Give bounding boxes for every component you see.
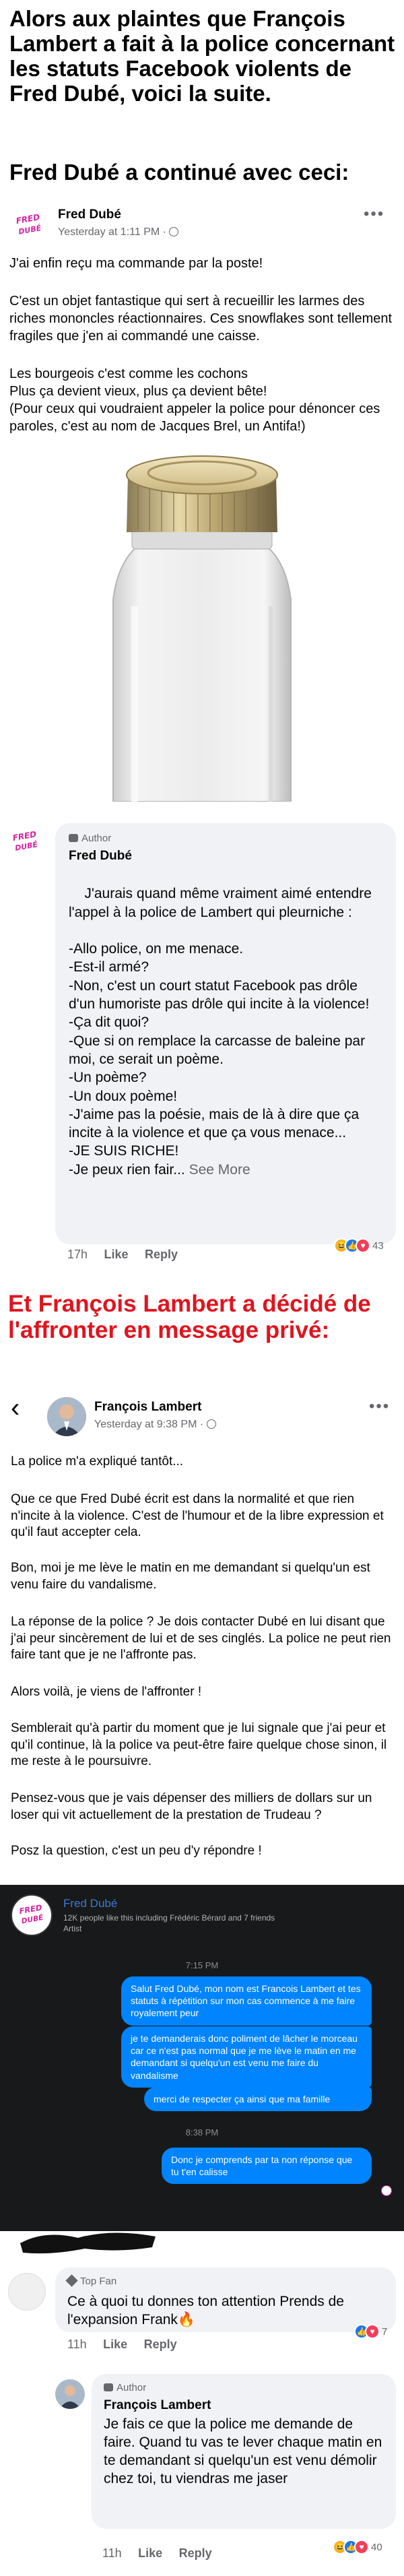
author-badge-icon	[69, 834, 78, 842]
comment2-bubble: Top Fan Ce à quoi tu donnes ton attentio…	[55, 2267, 396, 2332]
comment3-like-button[interactable]: Like	[138, 2546, 162, 2560]
post2-paragraph-4: La réponse de la police ? Je dois contac…	[11, 1615, 395, 1663]
comment3-author-badge: Author	[104, 2382, 146, 2393]
comment3-reactions-count: 40	[371, 2541, 382, 2553]
comment2-actions: 11h Like Reply	[67, 2338, 177, 2352]
comment1-text-body: J'aurais quand même vraiment aimé entend…	[69, 886, 372, 1178]
comment2-reactions-count: 7	[382, 2325, 388, 2338]
messenger-category: Artist	[63, 1924, 82, 1933]
love-reaction-icon: ♥	[356, 1238, 370, 1253]
comment1-avatar-logo: FRED DUBÉ	[12, 829, 39, 853]
comment1-reactions[interactable]: 😆 👍 ♥ 43	[334, 1238, 384, 1253]
message-2[interactable]: je te demanderais donc poliment de lâche…	[121, 2026, 372, 2088]
post2-paragraph-8: Posz la question, c'est un peu d'y répon…	[11, 1844, 262, 1858]
globe-icon	[169, 227, 179, 236]
fred-avatar-logo: FRED DUBÉ	[15, 212, 42, 236]
message-1[interactable]: Salut Fred Dubé, mon nom est Francois La…	[121, 1976, 372, 2026]
seen-avatar	[381, 2185, 392, 2196]
author-badge-icon	[104, 2383, 113, 2391]
comment3-reactions[interactable]: 😆 👍 ♥ 40	[333, 2540, 382, 2554]
comment3-avatar[interactable]	[55, 2379, 85, 2409]
post1-timestamp[interactable]: Yesterday at 1:11 PM ·	[58, 226, 166, 238]
message-3[interactable]: merci de respecter ça ainsi que ma famil…	[144, 2087, 372, 2112]
comment1-like-button[interactable]: Like	[104, 1248, 129, 1261]
post2-author[interactable]: François Lambert	[94, 1400, 201, 1415]
comment1-text: J'aurais quand même vraiment aimé entend…	[69, 866, 385, 1197]
comment3-text: Je fais ce que la police me demande de f…	[104, 2416, 382, 2486]
post1-paragraph-2: C'est un objet fantastique qui sert à re…	[9, 294, 396, 344]
messenger-time-2: 8:38 PM	[185, 2127, 219, 2137]
messenger-panel: FRED DUBÉ Fred Dubé 12K people like this…	[0, 1885, 404, 2231]
comment1-avatar[interactable]: FRED DUBÉ	[7, 823, 44, 861]
comment1-time[interactable]: 17h	[67, 1248, 88, 1261]
messenger-time-1: 7:15 PM	[185, 1960, 219, 1970]
post1-author[interactable]: Fred Dubé	[58, 207, 121, 222]
comment2-time[interactable]: 11h	[67, 2338, 87, 2351]
intro-headline: Alors aux plaintes que François Lambert …	[9, 6, 395, 106]
comment3-badge-label: Author	[116, 2382, 147, 2393]
messenger-contact-name[interactable]: Fred Dubé	[63, 1897, 117, 1910]
messenger-avatar-logo: FRED DUBÉ	[18, 1902, 44, 1925]
love-reaction-icon: ♥	[354, 2540, 369, 2554]
lambert-avatar[interactable]	[47, 1397, 86, 1436]
comment2-like-button[interactable]: Like	[103, 2338, 127, 2351]
post1-paragraph-1: J'ai enfin reçu ma commande par la poste…	[9, 256, 263, 271]
comment1-author[interactable]: Fred Dubé	[69, 849, 132, 864]
back-icon[interactable]: ‹	[11, 1394, 20, 1421]
lambert-avatar-photo	[47, 1397, 86, 1436]
messenger-avatar[interactable]: FRED DUBÉ	[11, 1894, 53, 1936]
comment2-badge-label: Top Fan	[80, 2276, 117, 2287]
svg-text:DUBÉ: DUBÉ	[18, 224, 42, 236]
comment3-time[interactable]: 11h	[102, 2546, 122, 2560]
comment3-bubble: Author François Lambert Je fais ce que l…	[92, 2374, 396, 2529]
post2-paragraph-6: Semblerait qu'à partir du moment que je …	[11, 1721, 391, 1769]
intro-subheadline: Fred Dubé a continué avec ceci:	[9, 160, 349, 185]
post1-more-icon[interactable]: •••	[364, 205, 384, 224]
comment3-actions: 11h Like Reply	[102, 2546, 212, 2561]
globe-icon	[206, 1419, 216, 1429]
post2-paragraph-2: Que ce que Fred Dubé écrit est dans la n…	[11, 1492, 388, 1540]
comment2-redaction	[18, 2223, 159, 2257]
comment1-badge-label: Author	[81, 833, 112, 844]
comment1-reactions-count: 43	[372, 1239, 384, 1252]
comment1-author-badge: Author	[69, 833, 111, 844]
comment2-reply-button[interactable]: Reply	[144, 2338, 177, 2351]
messenger-likes: 12K people like this including Frédéric …	[63, 1913, 275, 1923]
jar-image[interactable]	[0, 445, 404, 802]
comment1-reply-button[interactable]: Reply	[145, 1248, 178, 1261]
comment2-text: Ce à quoi tu donnes ton attention Prends…	[67, 2294, 344, 2327]
post2-paragraph-7: Pensez-vous que je vais dépenser des mil…	[11, 1791, 376, 1822]
comment1-bubble: Author Fred Dubé J'aurais quand même vra…	[55, 823, 396, 1244]
post1-paragraph-3: Les bourgeois c'est comme les cochons Pl…	[9, 366, 380, 434]
post2-paragraph-3: Bon, moi je me lève le matin en me deman…	[11, 1561, 374, 1592]
love-reaction-icon: ♥	[365, 2324, 380, 2339]
comment3-author[interactable]: François Lambert	[104, 2398, 211, 2413]
post2-more-icon[interactable]: •••	[369, 1397, 390, 1416]
comment3-reply-button[interactable]: Reply	[179, 2546, 212, 2560]
section2-headline: Et François Lambert a décidé de l'affron…	[8, 1291, 371, 1344]
post1-meta[interactable]: Yesterday at 1:11 PM ·	[58, 226, 179, 238]
post2-paragraph-1: La police m'a expliqué tantôt...	[11, 1454, 184, 1469]
post2-timestamp[interactable]: Yesterday at 9:38 PM ·	[94, 1419, 203, 1430]
comment2-badge: Top Fan	[65, 2274, 117, 2287]
post2-meta[interactable]: Yesterday at 9:38 PM ·	[94, 1419, 216, 1431]
comment2-reactions[interactable]: 👍 ♥ 7	[354, 2324, 387, 2339]
comment2-avatar[interactable]	[8, 2273, 46, 2311]
message-4[interactable]: Donc je comprends par ta non réponse que…	[162, 2148, 372, 2185]
comment3-avatar-photo	[59, 2385, 81, 2409]
comment1-see-more-link[interactable]: See More	[189, 1162, 250, 1178]
post2-paragraph-5: Alors voilà, je viens de l'affronter !	[11, 1685, 202, 1699]
top-fan-icon	[65, 2274, 78, 2287]
fred-avatar[interactable]: FRED DUBÉ	[9, 205, 48, 245]
